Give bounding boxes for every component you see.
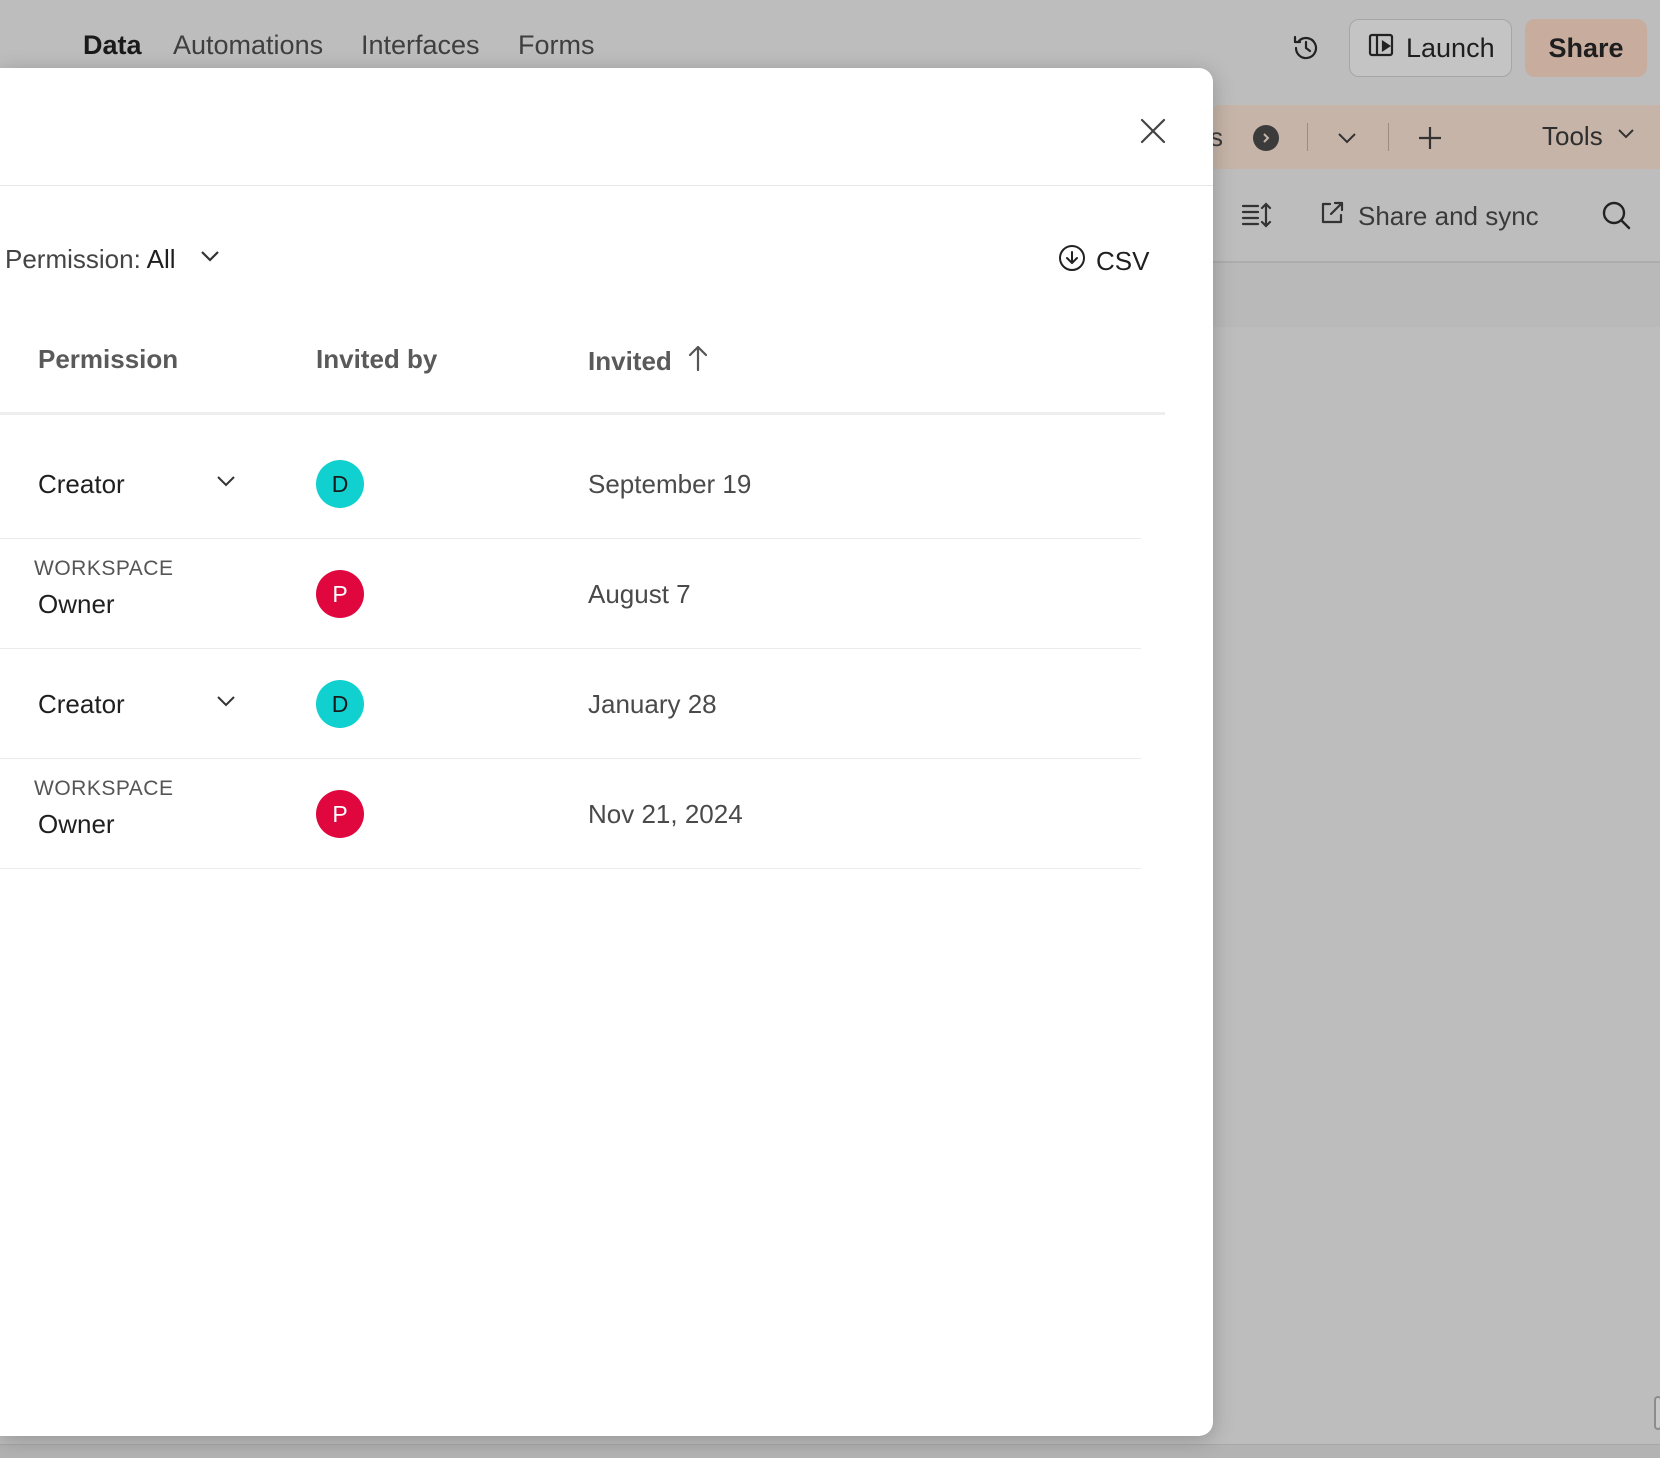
modal-header bbox=[0, 68, 1213, 186]
permission-filter-dropdown[interactable]: Permission: All bbox=[5, 244, 222, 275]
column-header-invited[interactable]: Invited bbox=[588, 344, 710, 379]
search-icon[interactable] bbox=[1600, 199, 1632, 231]
chevron-down-icon[interactable] bbox=[1334, 125, 1360, 151]
share-button[interactable]: Share bbox=[1525, 19, 1647, 77]
table-row: Creator D January 28 bbox=[0, 649, 1141, 759]
tools-label: Tools bbox=[1542, 121, 1603, 151]
chevron-down-icon bbox=[214, 689, 238, 720]
grid-background bbox=[1210, 263, 1660, 1448]
chevron-down-icon bbox=[198, 244, 222, 275]
column-header-permission[interactable]: Permission bbox=[38, 344, 178, 375]
invited-date: January 28 bbox=[588, 688, 717, 719]
permission-dropdown[interactable]: Creator bbox=[38, 429, 238, 539]
add-table-icon[interactable] bbox=[1415, 123, 1445, 153]
chevron-down-icon bbox=[214, 469, 238, 500]
nav-tab-forms[interactable]: Forms bbox=[518, 30, 595, 61]
permission-static: WORKSPACE Owner bbox=[34, 557, 173, 620]
column-header-label: Invited by bbox=[316, 344, 438, 374]
collaborators-modal: Permission: All CSV Permission Invited b… bbox=[0, 68, 1213, 1436]
chevron-down-icon bbox=[1615, 121, 1637, 152]
scroll-handle[interactable] bbox=[1654, 1396, 1660, 1430]
table-header-divider bbox=[0, 412, 1165, 415]
tools-button[interactable]: Tools bbox=[1542, 121, 1637, 152]
permission-dropdown[interactable]: Creator bbox=[38, 649, 238, 759]
workspace-caption: WORKSPACE bbox=[34, 777, 174, 800]
launch-icon bbox=[1368, 32, 1396, 65]
download-icon bbox=[1058, 244, 1086, 279]
launch-label: Launch bbox=[1406, 32, 1495, 63]
column-header-label: Permission bbox=[38, 344, 179, 374]
download-csv-button[interactable]: CSV bbox=[1058, 244, 1149, 279]
permission-value: Owner bbox=[38, 589, 115, 619]
avatar[interactable]: D bbox=[316, 460, 364, 508]
table-row: WORKSPACE Owner P August 7 bbox=[0, 539, 1141, 649]
invited-date: Nov 21, 2024 bbox=[588, 798, 743, 829]
invited-date: September 19 bbox=[588, 468, 752, 499]
csv-label: CSV bbox=[1096, 246, 1150, 276]
avatar[interactable]: D bbox=[316, 680, 364, 728]
sort-ascending-icon bbox=[686, 344, 710, 379]
nav-tab-automations[interactable]: Automations bbox=[173, 30, 323, 61]
permission-static: WORKSPACE Owner bbox=[34, 777, 173, 840]
external-link-icon bbox=[1318, 199, 1346, 234]
permission-value: Creator bbox=[38, 468, 125, 499]
share-and-sync-button[interactable]: Share and sync bbox=[1318, 199, 1539, 234]
row-height-icon[interactable] bbox=[1240, 199, 1272, 231]
bottom-strip bbox=[0, 1444, 1660, 1458]
invited-date: August 7 bbox=[588, 578, 691, 609]
avatar[interactable]: P bbox=[316, 570, 364, 618]
column-header-invited-by[interactable]: Invited by bbox=[316, 344, 437, 375]
chevron-right-icon[interactable] bbox=[1253, 125, 1279, 151]
permission-value: Creator bbox=[38, 688, 125, 719]
tab-divider bbox=[1388, 123, 1389, 151]
table-tab-bar: s Tools bbox=[1210, 105, 1660, 169]
permission-filter-label: Permission: bbox=[5, 244, 141, 274]
tab-divider bbox=[1307, 123, 1308, 151]
close-icon[interactable] bbox=[1136, 114, 1170, 148]
share-and-sync-label: Share and sync bbox=[1358, 201, 1539, 231]
avatar[interactable]: P bbox=[316, 790, 364, 838]
column-header-label: Invited bbox=[588, 346, 672, 376]
permission-filter-value: All bbox=[146, 244, 176, 274]
workspace-caption: WORKSPACE bbox=[34, 557, 174, 580]
grid-header-row bbox=[1210, 263, 1660, 327]
table-row: Creator D September 19 bbox=[0, 429, 1141, 539]
permission-value: Owner bbox=[38, 809, 115, 839]
nav-tab-data[interactable]: Data bbox=[83, 30, 142, 61]
view-toolbar: Share and sync bbox=[1210, 169, 1660, 263]
launch-button[interactable]: Launch bbox=[1349, 19, 1512, 77]
table-row: WORKSPACE Owner P Nov 21, 2024 bbox=[0, 759, 1141, 869]
nav-tab-interfaces[interactable]: Interfaces bbox=[361, 30, 480, 61]
history-icon[interactable] bbox=[1290, 32, 1322, 64]
